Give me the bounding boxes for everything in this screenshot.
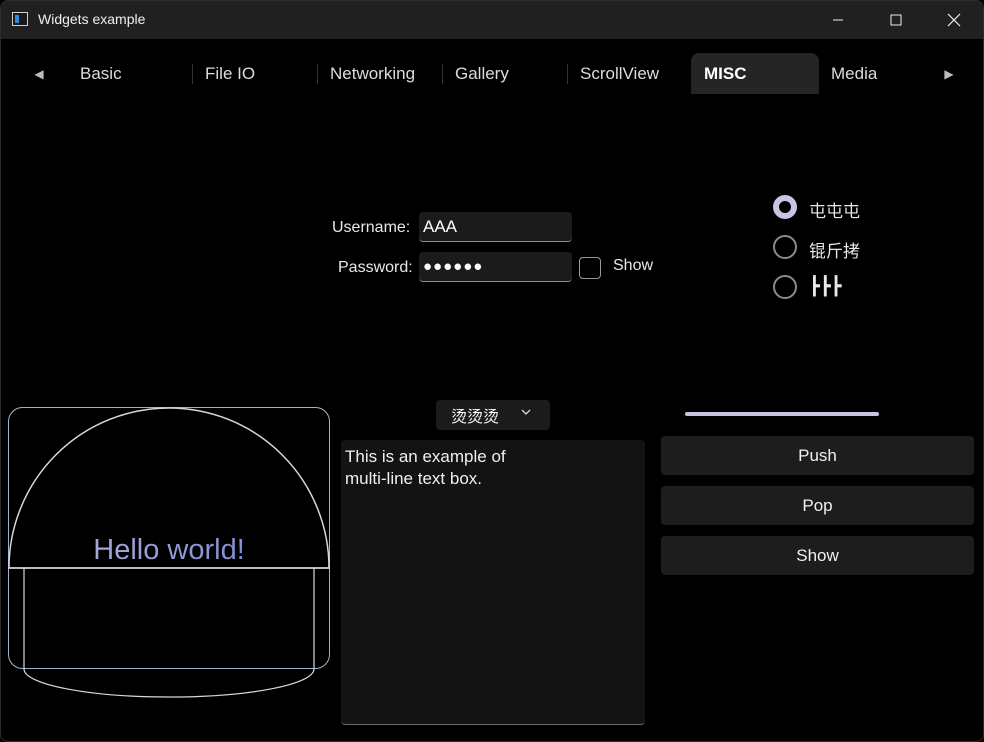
bowl-shape bbox=[23, 568, 315, 698]
close-button[interactable] bbox=[925, 1, 983, 39]
minimize-button[interactable] bbox=[809, 1, 867, 39]
drawing-canvas: Hello world! bbox=[8, 407, 330, 698]
radio-option-1[interactable] bbox=[773, 195, 797, 219]
tab-label: File IO bbox=[205, 63, 256, 83]
tab-networking[interactable]: Networking bbox=[317, 53, 442, 94]
tab-label: MISC bbox=[704, 63, 747, 83]
username-input[interactable]: AAA bbox=[419, 212, 572, 242]
show-button[interactable]: Show bbox=[661, 536, 974, 575]
password-input[interactable]: ●●●●●● bbox=[419, 252, 572, 282]
chevron-down-icon bbox=[520, 406, 532, 421]
show-password-label[interactable]: Show bbox=[613, 257, 653, 275]
tab-basic[interactable]: Basic bbox=[67, 53, 192, 94]
show-password-checkbox[interactable] bbox=[579, 257, 601, 279]
radio-option-2-label[interactable]: 锟斤拷 bbox=[809, 237, 860, 262]
push-button[interactable]: Push bbox=[661, 436, 974, 475]
tab-label: Networking bbox=[330, 63, 416, 83]
app-window: Widgets example ◀ ▶ Basic File IO Networ… bbox=[0, 0, 984, 742]
tab-label: Gallery bbox=[455, 63, 509, 83]
maximize-icon bbox=[890, 14, 902, 26]
tab-gallery[interactable]: Gallery bbox=[442, 53, 567, 94]
tab-label: Basic bbox=[80, 63, 122, 83]
window-title: Widgets example bbox=[38, 11, 146, 27]
maximize-button[interactable] bbox=[867, 1, 925, 39]
tab-scrollview[interactable]: ScrollView bbox=[567, 53, 691, 94]
multiline-text-box[interactable]: This is an example of multi-line text bo… bbox=[341, 440, 645, 725]
tab-media[interactable]: Media bbox=[819, 53, 929, 94]
tab-bar: Basic File IO Networking Gallery ScrollV… bbox=[1, 53, 983, 94]
combo-box[interactable]: 烫烫烫 bbox=[436, 400, 550, 430]
minimize-icon bbox=[833, 19, 843, 21]
combo-value: 烫烫烫 bbox=[451, 407, 500, 426]
progress-slider[interactable] bbox=[685, 412, 879, 416]
radio-option-2[interactable] bbox=[773, 235, 797, 259]
tab-misc[interactable]: MISC bbox=[691, 53, 819, 94]
radio-option-3-label[interactable]: ┣┣┣ bbox=[809, 276, 842, 297]
tab-label: ScrollView bbox=[580, 63, 660, 83]
tab-label: Media bbox=[831, 63, 878, 83]
tab-file-io[interactable]: File IO bbox=[192, 53, 317, 94]
radio-option-3[interactable] bbox=[773, 275, 797, 299]
close-icon bbox=[947, 13, 961, 27]
app-icon bbox=[12, 12, 28, 26]
password-label: Password: bbox=[338, 259, 413, 276]
pop-button[interactable]: Pop bbox=[661, 486, 974, 525]
hello-world-text: Hello world! bbox=[8, 534, 330, 567]
radio-option-1-label[interactable]: 屯屯屯 bbox=[809, 197, 860, 222]
title-bar[interactable]: Widgets example bbox=[1, 1, 983, 39]
username-label: Username: bbox=[332, 219, 411, 236]
